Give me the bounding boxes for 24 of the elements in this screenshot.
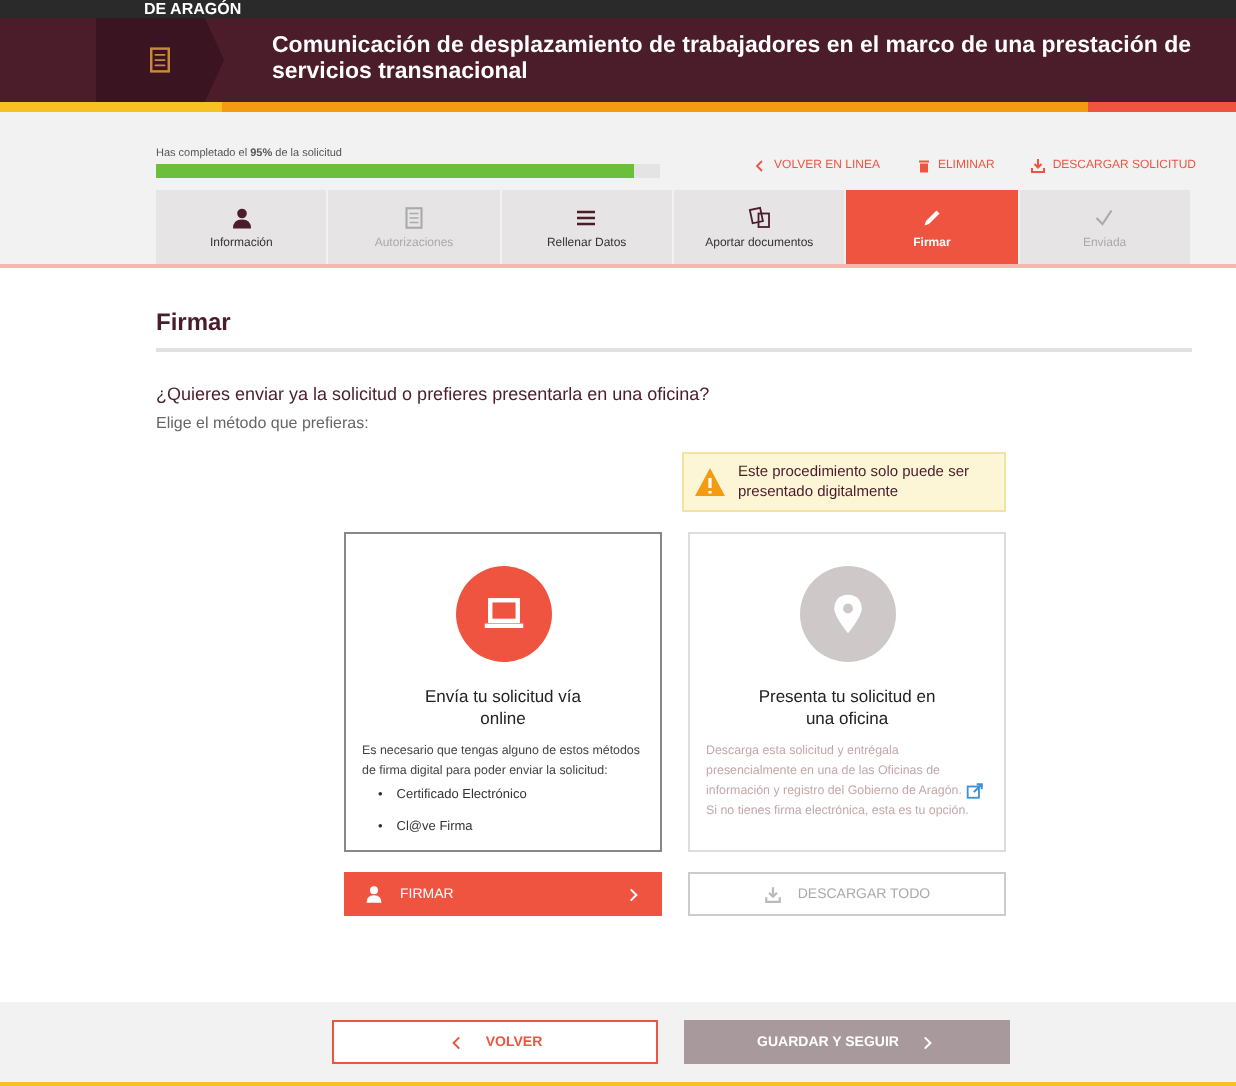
chevron-left-icon: [447, 1033, 466, 1051]
external-link-icon: [965, 782, 984, 800]
chevron-left-icon: [752, 158, 769, 174]
person-icon: [229, 205, 254, 229]
instruction-text: Elige el método que prefieras:: [156, 414, 371, 432]
person-icon: [364, 884, 384, 904]
download-icon: [763, 885, 782, 903]
warning-icon: [694, 466, 726, 498]
section-title: Firmar: [156, 308, 1192, 352]
question-text: ¿Quieres enviar ya la solicitud o prefieres presentarla en una oficina?: [156, 384, 712, 404]
logo-text: DE ARAGÓN: [144, 2, 242, 18]
option-title: Presenta tu solicitud en una oficina: [756, 686, 938, 730]
chevron-right-icon: [624, 885, 642, 903]
option-title: Envía tu solicitud vía online: [423, 686, 583, 730]
document-icon: [401, 205, 426, 229]
check-icon: [1092, 205, 1117, 229]
documents-icon: [747, 205, 772, 229]
document-icon: [146, 46, 174, 74]
pencil-icon: [919, 205, 944, 229]
list-icon: [574, 205, 599, 229]
download-icon: [1030, 158, 1047, 174]
trash-icon: [915, 158, 932, 174]
chevron-right-icon: [918, 1033, 937, 1051]
page-title: Comunicación de desplazamiento de trabajadores en el marco de una prestación de servicios transnacional: [272, 34, 1193, 86]
